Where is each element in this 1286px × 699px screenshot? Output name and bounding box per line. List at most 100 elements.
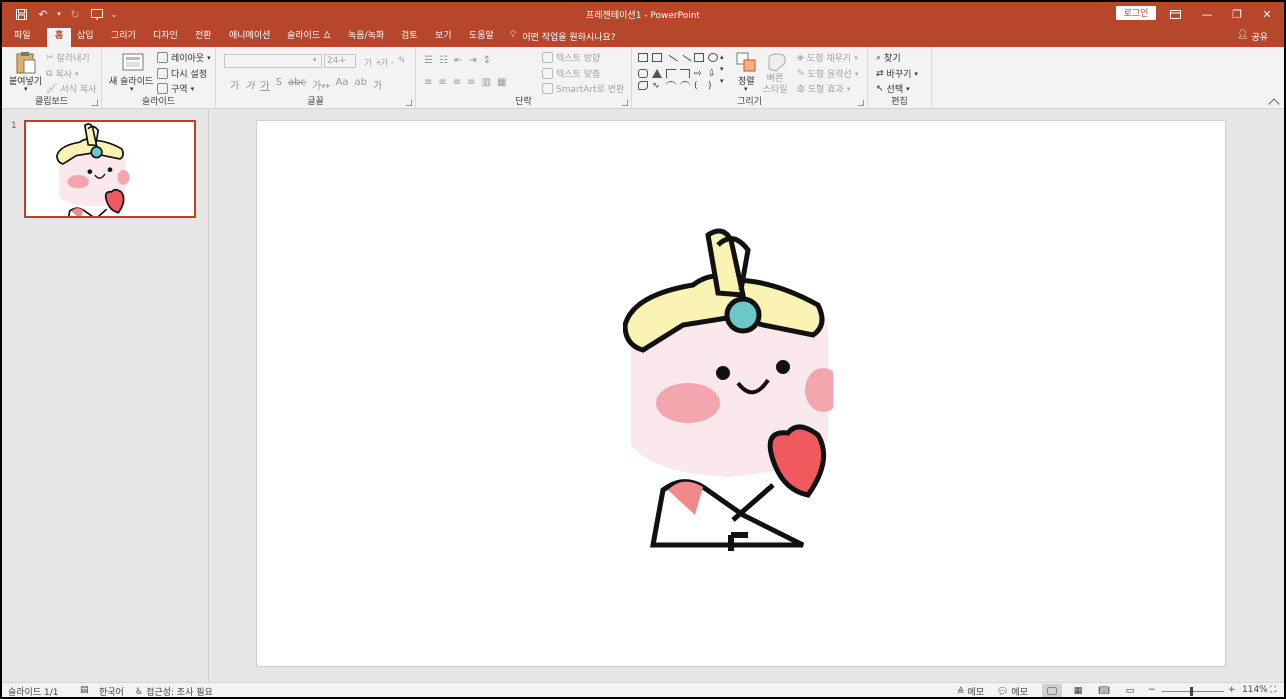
replace-button[interactable]: ⇄ 바꾸기 ▾ — [876, 67, 918, 81]
tab-record[interactable]: 녹음/녹화 — [348, 30, 384, 47]
zoom-level[interactable]: 114% — [1242, 685, 1268, 695]
shape-right-arrow[interactable]: ⇨ — [694, 69, 704, 79]
tab-view[interactable]: 보기 — [435, 30, 452, 47]
shape-arrow[interactable] — [678, 54, 692, 69]
new-slide-dropdown-icon[interactable]: ▾ — [130, 85, 134, 93]
bullets-icon[interactable]: ☰ — [424, 55, 433, 66]
spell-check-icon[interactable]: ▤ — [80, 685, 89, 695]
shape-vertical-textbox[interactable] — [652, 53, 662, 62]
restore-icon[interactable]: ❐ — [1222, 2, 1252, 26]
copy-button[interactable]: ⧉ 복사 ▾ — [46, 67, 79, 81]
increase-font-size-icon[interactable]: 가 + — [364, 56, 382, 69]
slide-sorter-view-icon[interactable]: ▦ — [1068, 684, 1088, 697]
tab-animations[interactable]: 애니메이션 — [229, 30, 270, 47]
font-color-icon[interactable]: 가 — [373, 77, 382, 92]
highlight-icon[interactable]: ab — [355, 77, 367, 92]
arrange-dropdown-icon[interactable]: ▾ — [744, 85, 748, 93]
shape-outline-button[interactable]: ✎ 도형 윤곽선 ▾ — [797, 67, 858, 81]
clipboard-launcher-icon[interactable] — [92, 100, 98, 106]
share-button[interactable]: 👤︎ 공유 — [1237, 30, 1268, 43]
paste-icon[interactable] — [15, 51, 37, 75]
tab-draw[interactable]: 그리기 — [111, 30, 136, 47]
text-direction-button[interactable]: 텍스트 방향 — [542, 51, 600, 64]
align-left-icon[interactable]: ≡ — [424, 77, 432, 88]
shape-arc[interactable] — [666, 81, 676, 90]
login-button[interactable]: 로그인 — [1116, 6, 1156, 20]
character-spacing-icon[interactable]: 가↔ — [312, 77, 330, 92]
align-center-icon[interactable]: ≡ — [438, 77, 446, 88]
accessibility-button[interactable]: ♿︎ 접근성: 조사 필요 — [135, 685, 213, 698]
zoom-in-icon[interactable]: + — [1228, 685, 1236, 695]
reset-button[interactable]: 다시 설정 — [157, 67, 207, 80]
shape-triangle[interactable] — [652, 69, 662, 78]
drawing-launcher-icon[interactable] — [858, 100, 864, 106]
shapes-gallery[interactable]: ⇨ ⇩ ∿ ( ) — [638, 53, 720, 91]
shape-oval[interactable] — [708, 53, 718, 62]
distributed-icon[interactable]: ▥ — [482, 77, 491, 88]
strikethrough-icon[interactable]: abc — [288, 77, 306, 92]
layout-button[interactable]: 레이아웃 ▾ — [157, 51, 211, 64]
align-right-icon[interactable]: ≡ — [453, 77, 461, 88]
line-spacing-icon[interactable]: ↕ — [483, 55, 491, 66]
current-slide[interactable] — [256, 120, 1226, 667]
shape-rectangle[interactable] — [694, 53, 704, 62]
shape-left-brace[interactable]: ( — [694, 81, 704, 91]
arrange-icon[interactable] — [736, 51, 758, 75]
quick-styles-button[interactable]: 빠른 스타일 — [762, 74, 788, 96]
font-launcher-icon[interactable] — [406, 100, 412, 106]
tab-insert[interactable]: 삽입 — [77, 30, 94, 47]
tab-slide-show[interactable]: 슬라이드 쇼 — [287, 30, 331, 47]
shape-arc-2[interactable] — [680, 81, 690, 90]
change-case-icon[interactable]: Aa — [336, 77, 349, 92]
close-icon[interactable]: ✕ — [1252, 2, 1282, 26]
normal-view-icon[interactable] — [1042, 684, 1062, 697]
quick-styles-icon[interactable] — [766, 51, 788, 75]
decrease-font-size-icon[interactable]: 가- — [380, 56, 394, 69]
shapes-gallery-more-icon[interactable]: ▴ ▾ ▾ — [720, 53, 724, 85]
ribbon-display-options-icon[interactable] — [1160, 2, 1190, 26]
shape-rounded-rectangle[interactable] — [638, 69, 648, 78]
zoom-out-icon[interactable]: − — [1148, 685, 1156, 695]
italic-icon[interactable]: 가 — [245, 77, 254, 92]
slide-editing-area[interactable] — [210, 109, 1284, 682]
tab-help[interactable]: 도움말 — [469, 30, 494, 47]
slide-thumbnail[interactable] — [24, 120, 196, 233]
shape-curve[interactable]: ∿ — [652, 81, 662, 91]
tab-home[interactable]: 홈 — [47, 28, 72, 47]
shape-fill-button[interactable]: ◈ 도형 채우기 ▾ — [797, 51, 858, 65]
character-image[interactable] — [623, 225, 833, 551]
shape-line[interactable] — [664, 54, 678, 69]
tab-file[interactable]: 파일 — [14, 30, 31, 47]
shape-right-brace[interactable]: ) — [708, 81, 718, 91]
zoom-slider-track[interactable] — [1162, 691, 1224, 692]
justify-icon[interactable]: ≡ — [467, 77, 475, 88]
underline-icon[interactable]: 가 — [260, 77, 269, 92]
columns-icon[interactable]: ▦ — [497, 77, 506, 88]
bold-icon[interactable]: 가 — [230, 77, 239, 92]
align-text-button[interactable]: 텍스트 맞춤 — [542, 67, 600, 80]
collapse-ribbon-icon[interactable] — [1268, 98, 1280, 110]
paragraph-launcher-icon[interactable] — [622, 100, 628, 106]
tab-review[interactable]: 검토 — [401, 30, 418, 47]
notes-button[interactable]: ≙ 메모 — [957, 685, 984, 698]
shape-textbox[interactable] — [638, 53, 648, 62]
paste-dropdown-icon[interactable]: ▾ — [24, 85, 28, 93]
font-size-combobox[interactable]: 24+ — [324, 54, 356, 68]
fit-slide-icon[interactable]: ⛶ — [1270, 685, 1276, 695]
new-slide-icon[interactable] — [122, 51, 144, 75]
shape-elbow-arrow[interactable] — [680, 69, 690, 78]
tab-transitions[interactable]: 전환 — [195, 30, 212, 47]
comments-button[interactable]: 💬︎ 메모 — [997, 685, 1028, 698]
decrease-indent-icon[interactable]: ⇤ — [454, 55, 462, 66]
language-indicator[interactable]: 한국어 — [99, 685, 124, 697]
shadow-icon[interactable]: S — [276, 77, 282, 92]
increase-indent-icon[interactable]: ⇥ — [468, 55, 476, 66]
reading-view-icon[interactable]: 📖︎ — [1094, 684, 1114, 697]
minimize-icon[interactable]: — — [1192, 2, 1222, 26]
zoom-slider-thumb[interactable] — [1190, 687, 1193, 696]
tab-design[interactable]: 디자인 — [153, 30, 178, 47]
numbering-icon[interactable]: ☷ — [439, 55, 448, 66]
shape-elbow-connector[interactable] — [666, 69, 676, 78]
shape-freeform[interactable] — [638, 81, 648, 90]
slide-thumbnail-pane[interactable]: 1 — [2, 109, 209, 682]
